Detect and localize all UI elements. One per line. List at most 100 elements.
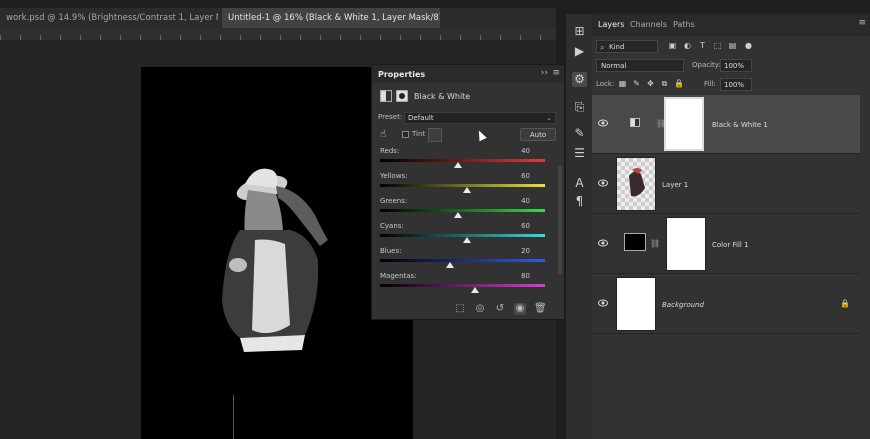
preset-value: Default xyxy=(408,114,434,122)
collapse-panel-icon[interactable]: ›› xyxy=(541,68,548,78)
character-icon[interactable]: A xyxy=(572,176,587,191)
lock-transparent-icon[interactable]: ▦ xyxy=(618,79,627,88)
layer-name[interactable]: Color Fill 1 xyxy=(712,241,749,249)
filter-toggle-icon[interactable]: ● xyxy=(744,41,753,50)
tint-color-swatch[interactable] xyxy=(428,128,442,142)
blend-row: Normal Opacity: 100% xyxy=(596,59,866,73)
reset-defaults-icon[interactable]: ↺ xyxy=(494,303,506,315)
panel-menu-icon[interactable]: ≡ xyxy=(858,18,866,28)
opacity-label: Opacity: xyxy=(692,61,721,69)
slider-thumb[interactable] xyxy=(454,162,463,168)
smart-object-filter-icon[interactable]: ▤ xyxy=(728,41,737,50)
properties-header: Properties ›› ≡ xyxy=(372,65,564,83)
layer-row-layer-1[interactable]: Layer 1 xyxy=(592,155,860,214)
slider-track[interactable] xyxy=(380,284,545,287)
lock-artboard-icon[interactable]: ⧉ xyxy=(660,79,669,88)
mask-properties-icon[interactable] xyxy=(396,90,408,102)
document-tab-work[interactable]: work.psd @ 14.9% (Brightness/Contrast 1,… xyxy=(0,8,218,28)
properties-panel: Properties ›› ≡ Black & White Preset: De… xyxy=(371,64,565,320)
layer-thumbnail[interactable] xyxy=(616,277,656,331)
layer-name[interactable]: Black & White 1 xyxy=(712,121,768,129)
slider-label: Greens: xyxy=(380,197,408,205)
slider-2[interactable]: Greens: 40 xyxy=(380,197,548,221)
filter-kind-value: Kind xyxy=(609,43,625,51)
eye-icon[interactable] xyxy=(598,119,608,127)
clip-to-layer-icon[interactable]: ⬚ xyxy=(454,303,466,315)
blend-mode-select[interactable]: Normal xyxy=(596,59,684,72)
play-actions-icon[interactable]: ▶ xyxy=(572,44,587,59)
view-previous-state-icon[interactable]: ◎ xyxy=(474,303,486,315)
slider-track[interactable] xyxy=(380,159,545,162)
delete-layer-icon[interactable]: 🗑 xyxy=(534,303,547,315)
layer-name[interactable]: Background xyxy=(662,301,704,309)
layer-row-color-fill[interactable]: ⛓ Color Fill 1 xyxy=(592,215,860,274)
brush-icon[interactable]: ✎ xyxy=(572,126,587,141)
channels-icon[interactable]: ⎘ xyxy=(572,100,587,115)
opacity-value: 100% xyxy=(724,62,745,70)
eye-icon[interactable] xyxy=(598,179,608,187)
layer-name[interactable]: Layer 1 xyxy=(662,181,688,189)
color-fill-swatch-icon[interactable] xyxy=(624,233,646,251)
slider-3[interactable]: Cyans: 60 xyxy=(380,222,548,246)
history-icon[interactable]: ⊞ xyxy=(572,24,587,39)
type-filter-icon[interactable]: T xyxy=(698,41,707,50)
adjustment-filter-icon[interactable]: ◐ xyxy=(683,41,692,50)
slider-4[interactable]: Blues: 20 xyxy=(380,247,548,271)
layer-mask-thumbnail[interactable] xyxy=(664,97,704,151)
lock-all-icon[interactable]: 🔒 xyxy=(674,79,684,88)
black-white-adjustment-icon xyxy=(630,118,640,127)
properties-panel-icon[interactable]: ⚙ xyxy=(572,72,587,87)
tab-layers[interactable]: Layers xyxy=(598,20,624,29)
layer-thumbnail[interactable] xyxy=(616,157,656,211)
shape-filter-icon[interactable]: ⬚ xyxy=(713,41,722,50)
paragraph-icon[interactable]: ¶ xyxy=(572,194,587,209)
slider-label: Yellows: xyxy=(380,172,408,180)
blend-mode-value: Normal xyxy=(601,62,627,70)
layer-mask-thumbnail[interactable] xyxy=(666,217,706,271)
layer-row-background[interactable]: Background 🔒 xyxy=(592,275,860,334)
auto-button[interactable]: Auto xyxy=(520,128,556,141)
properties-scrollbar[interactable] xyxy=(558,165,562,275)
slider-1[interactable]: Yellows: 60 xyxy=(380,172,548,196)
adjustment-properties-icon[interactable] xyxy=(380,90,392,102)
eye-icon[interactable] xyxy=(598,299,608,307)
adjustments-sliders-icon[interactable]: ☰ xyxy=(572,146,587,161)
slider-label: Cyans: xyxy=(380,222,404,230)
slider-value[interactable]: 20 xyxy=(521,247,530,255)
slider-5[interactable]: Magentas: 80 xyxy=(380,272,548,296)
tab-paths[interactable]: Paths xyxy=(673,20,695,29)
targeted-adjustment-hand-icon[interactable]: ☝ xyxy=(380,129,386,140)
fill-value: 100% xyxy=(724,81,745,89)
slider-track[interactable] xyxy=(380,259,545,262)
layer-filter-row: ⌕ Kind ▣ ◐ T ⬚ ▤ ● xyxy=(596,40,866,54)
slider-thumb[interactable] xyxy=(446,262,455,268)
slider-thumb[interactable] xyxy=(470,287,479,293)
toggle-visibility-eye-icon[interactable]: ◉ xyxy=(514,303,526,315)
link-icon[interactable]: ⛓ xyxy=(650,239,660,248)
eye-icon[interactable] xyxy=(598,239,608,247)
panel-menu-icon[interactable]: ≡ xyxy=(552,68,560,78)
slider-thumb[interactable] xyxy=(454,212,463,218)
layer-row-black-white[interactable]: ⛓ Black & White 1 xyxy=(592,95,860,154)
woman-photo-image xyxy=(222,168,328,352)
opacity-field[interactable]: 100% xyxy=(720,59,752,72)
slider-thumb[interactable] xyxy=(462,187,471,193)
preset-select[interactable]: Default ⌄ xyxy=(404,112,556,124)
slider-value[interactable]: 60 xyxy=(521,172,530,180)
fill-field[interactable]: 100% xyxy=(720,78,752,91)
document-tab-untitled[interactable]: Untitled-1 @ 16% (Black & White 1, Layer… xyxy=(222,8,440,28)
pixel-filter-icon[interactable]: ▣ xyxy=(668,41,677,50)
lock-image-icon[interactable]: ✎ xyxy=(632,79,641,88)
lock-position-icon[interactable]: ✥ xyxy=(646,79,655,88)
slider-thumb[interactable] xyxy=(462,237,471,243)
tint-checkbox[interactable] xyxy=(402,131,409,138)
slider-value[interactable]: 60 xyxy=(521,222,530,230)
tint-label: Tint xyxy=(412,130,426,138)
slider-value[interactable]: 80 xyxy=(521,272,530,280)
slider-track[interactable] xyxy=(380,209,545,212)
slider-value[interactable]: 40 xyxy=(521,197,530,205)
tab-channels[interactable]: Channels xyxy=(630,20,667,29)
slider-value[interactable]: 40 xyxy=(521,147,530,155)
slider-0[interactable]: Reds: 40 xyxy=(380,147,548,171)
filter-kind-select[interactable]: ⌕ Kind xyxy=(596,40,658,53)
